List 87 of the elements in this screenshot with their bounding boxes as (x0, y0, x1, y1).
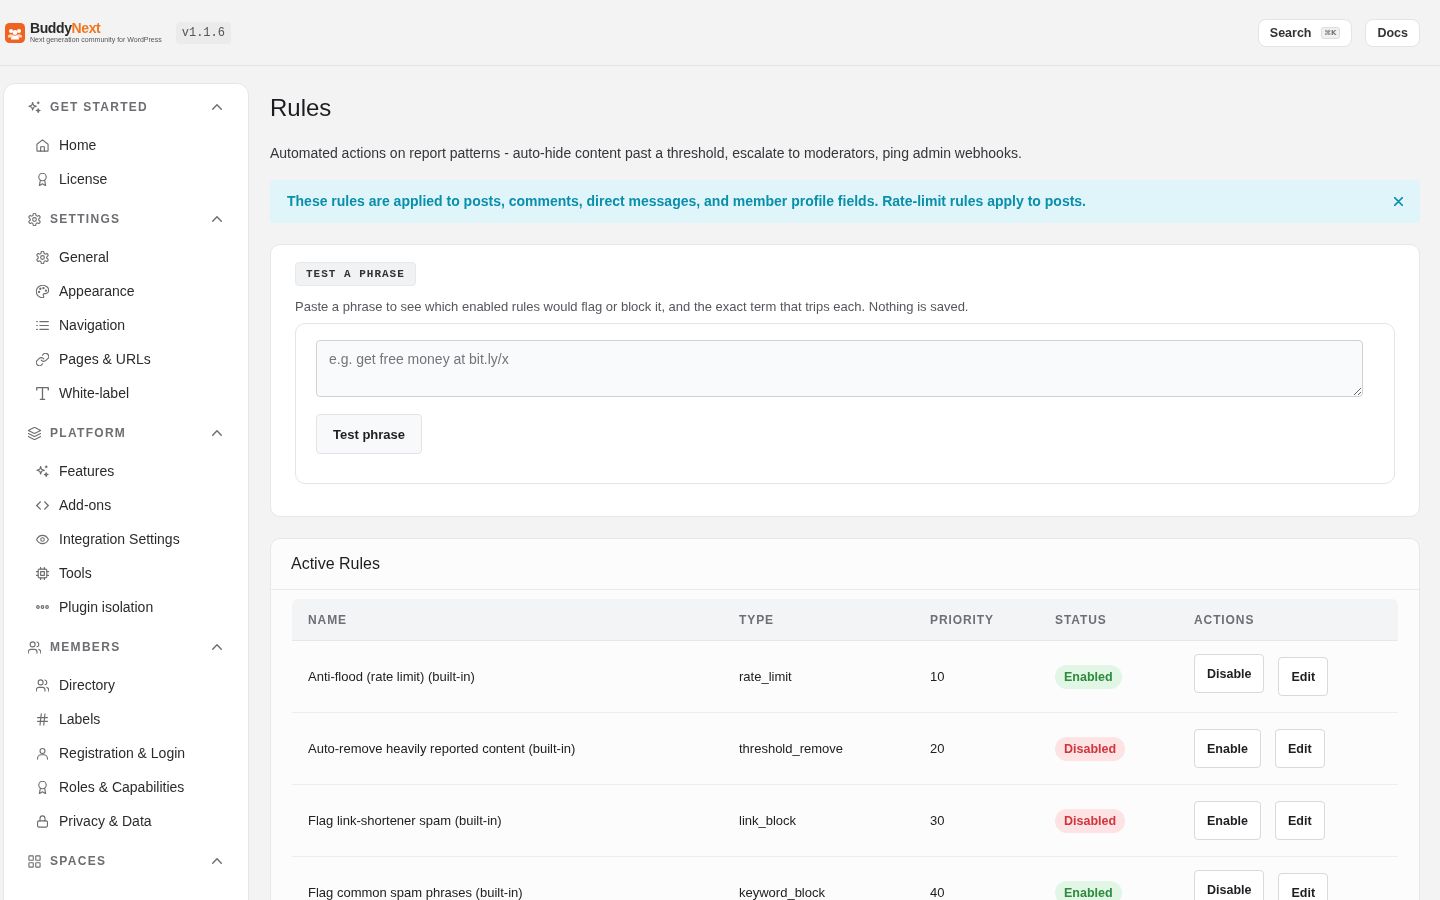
status-badge: Enabled (1055, 664, 1122, 689)
column-header: NAME (307, 612, 348, 627)
rule-type-cell-text: link_block (738, 813, 798, 828)
rule-name-cell-text: Anti-flood (rate limit) (built-in) (307, 669, 476, 684)
sparkle-icon (36, 464, 49, 478)
sidebar-item[interactable]: Features (4, 454, 248, 488)
edit-button[interactable]: Edit (1275, 801, 1325, 840)
page-description: Automated actions on report patterns - auto-hide content past a threshold, escalate to moderators, ping admin webhooks. (270, 144, 1023, 163)
section-header[interactable]: GET STARTED (4, 90, 248, 124)
priority-cell-text: 10 (929, 669, 946, 684)
status-badge: Disabled (1055, 736, 1126, 761)
page-title: Rules (270, 93, 333, 123)
gear-icon (36, 250, 49, 264)
gear-icon (28, 212, 41, 226)
status-badge: Enabled (1055, 880, 1122, 900)
section-header[interactable]: SPACES (4, 844, 248, 878)
disable-button[interactable]: Disable (1194, 654, 1265, 693)
priority-cell-text: 30 (929, 813, 946, 828)
sidebar-item[interactable]: Plugin isolation (4, 590, 248, 624)
hash-icon (36, 712, 49, 726)
disable-button[interactable]: Disable (1194, 870, 1265, 900)
letter-t-icon (36, 386, 49, 400)
status-badge: Disabled (1055, 808, 1126, 833)
rule-type-cell-text: threshold_remove (738, 741, 845, 756)
column-header: PRIORITY (929, 612, 995, 627)
palette-icon (36, 284, 49, 298)
logo-icon (5, 22, 25, 43)
column-header: STATUS (1054, 612, 1108, 627)
list-icon (36, 318, 49, 332)
layers-icon (28, 426, 41, 440)
rule-name-cell-text: Auto-remove heavily reported content (built-in) (307, 741, 577, 756)
sidebar-item[interactable]: Add-ons (4, 488, 248, 522)
rule-type-cell-text: rate_limit (738, 669, 793, 684)
sidebar-item[interactable]: Labels (4, 702, 248, 736)
sidebar-item[interactable]: License (4, 162, 248, 196)
version-tag: v1.1.6 (175, 21, 231, 44)
priority-cell-text: 40 (929, 885, 946, 900)
section-label: TEST A PHRASE (295, 262, 416, 286)
edit-button[interactable]: Edit (1278, 873, 1329, 900)
section-header[interactable]: SETTINGS (4, 202, 248, 236)
code-icon (36, 498, 49, 512)
close-button[interactable] (1394, 197, 1403, 206)
sidebar-item[interactable]: Pages & URLs (4, 342, 248, 376)
section-header[interactable]: PLATFORM (4, 416, 248, 450)
sidebar-item[interactable]: General (4, 240, 248, 274)
sidebar-item[interactable]: Home (4, 128, 248, 162)
sidebar-item[interactable]: Privacy & Data (4, 804, 248, 838)
rule-name-cell-text: Flag link-shortener spam (built-in) (307, 813, 503, 828)
sidebar-item[interactable]: Tools (4, 556, 248, 590)
enable-button[interactable]: Enable (1194, 801, 1261, 840)
brand-name: BuddyNext (30, 21, 102, 36)
edit-button[interactable]: Edit (1275, 729, 1325, 768)
home-icon (36, 138, 49, 152)
phrase-input[interactable]: e.g. get free money at bit.ly/x (316, 340, 1363, 397)
sidebar-item[interactable]: Appearance (4, 274, 248, 308)
column-header: TYPE (738, 612, 775, 627)
test-phrase-button[interactable]: Test phrase (316, 414, 422, 454)
test-description: Paste a phrase to see which enabled rules would flag or block it, and the exact term that trips each. Nothing is saved. (295, 298, 970, 316)
rule-type-cell-text: keyword_block (738, 885, 826, 900)
rule-name-cell-text: Flag common spam phrases (built-in) (307, 885, 524, 900)
chip-icon (36, 566, 49, 580)
section-header[interactable]: MEMBERS (4, 630, 248, 664)
priority-cell-text: 20 (929, 741, 946, 756)
sidebar-item[interactable]: Integration Settings (4, 522, 248, 556)
column-header: ACTIONS (1193, 612, 1256, 627)
enable-button[interactable]: Enable (1194, 729, 1261, 768)
people-icon (36, 678, 49, 692)
sidebar-item[interactable]: White-label (4, 376, 248, 410)
card-title: Active Rules (291, 555, 380, 573)
notice-text: These rules are applied to posts, comments, direct messages, and member profile fields. Rate-limit rules apply to posts. (287, 192, 1086, 211)
sidebar-item[interactable]: Navigation (4, 308, 248, 342)
docs-button[interactable]: Docs (1365, 18, 1420, 47)
people-icon (28, 640, 41, 654)
sidebar-item[interactable]: Registration & Login (4, 736, 248, 770)
link-icon (36, 352, 49, 366)
person-icon (36, 746, 49, 760)
ribbon-icon (36, 172, 49, 186)
ribbon-icon (36, 780, 49, 794)
grid-icon (28, 854, 41, 868)
sidebar-item[interactable]: Directory (4, 668, 248, 702)
close-icon (1394, 197, 1403, 206)
edit-button[interactable]: Edit (1278, 657, 1329, 696)
lock-icon (36, 814, 49, 828)
dots-icon (36, 605, 49, 609)
sparkle-icon (28, 100, 41, 114)
sidebar-item[interactable]: Roles & Capabilities (4, 770, 248, 804)
eye-icon (36, 532, 49, 546)
